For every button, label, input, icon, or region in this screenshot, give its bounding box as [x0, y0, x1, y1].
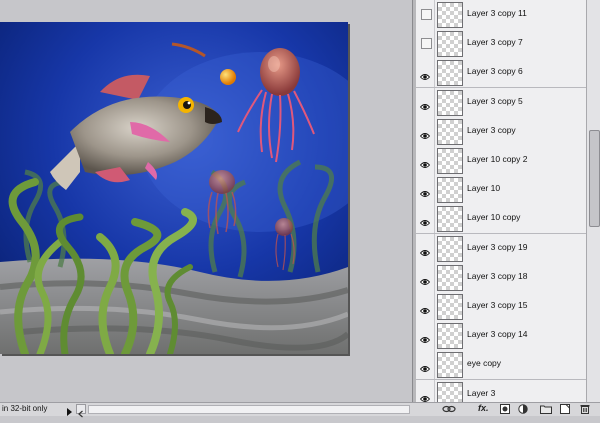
- layer-visibility-toggle[interactable]: [416, 233, 435, 263]
- layer-name: Layer 10: [467, 183, 501, 194]
- layer-row[interactable]: eye copy: [416, 350, 586, 381]
- layer-row[interactable]: Layer 3 copy 15: [416, 292, 586, 322]
- eye-icon[interactable]: [419, 360, 431, 373]
- eye-icon[interactable]: [419, 185, 431, 198]
- layer-visibility-toggle[interactable]: [416, 321, 435, 351]
- layer-row[interactable]: Layer 3 copy 14: [416, 321, 586, 352]
- layer-thumbnail[interactable]: [437, 118, 463, 145]
- layer-name: Layer 3 copy 14: [467, 329, 528, 340]
- new-layer-icon[interactable]: [560, 404, 570, 414]
- layer-visibility-toggle[interactable]: [416, 87, 435, 117]
- layer-row[interactable]: Layer 3 copy 6: [416, 58, 586, 89]
- layer-visibility-toggle[interactable]: [416, 146, 435, 175]
- eye-icon[interactable]: [419, 214, 431, 227]
- layer-thumbnail[interactable]: [437, 89, 463, 116]
- scroll-left-button[interactable]: [76, 404, 86, 418]
- eye-icon[interactable]: [419, 127, 431, 139]
- layer-name: eye copy: [467, 358, 502, 369]
- layer-thumbnail[interactable]: [437, 2, 463, 28]
- trash-icon[interactable]: [580, 404, 590, 414]
- layer-name: Layer 3 copy 15: [467, 300, 528, 310]
- layer-thumbnail[interactable]: [437, 148, 463, 174]
- eye-icon[interactable]: [419, 390, 431, 402]
- visibility-empty-box[interactable]: [421, 9, 432, 20]
- fx-icon[interactable]: fx.: [478, 403, 489, 413]
- layer-thumbnail[interactable]: [437, 323, 463, 350]
- layer-name: Layer 3 copy 5: [467, 95, 523, 106]
- layer-name: Layer 10 copy: [467, 212, 521, 223]
- layers-panel-footer: fx.: [412, 402, 600, 416]
- layer-thumbnail[interactable]: [437, 177, 463, 204]
- status-text: in 32-bit only: [2, 404, 48, 413]
- canvas-area[interactable]: [0, 0, 412, 402]
- layer-thumbnail[interactable]: [437, 352, 463, 379]
- layer-visibility-toggle[interactable]: [416, 0, 435, 29]
- link-icon[interactable]: [442, 404, 456, 414]
- group-folder-icon[interactable]: [540, 404, 552, 414]
- layer-row[interactable]: Layer 10 copy: [416, 204, 586, 235]
- layer-visibility-toggle[interactable]: [416, 350, 435, 380]
- layer-thumbnail[interactable]: [437, 381, 463, 402]
- layer-name: Layer 3 copy 11: [467, 8, 527, 18]
- layer-visibility-toggle[interactable]: [416, 116, 435, 146]
- eye-icon[interactable]: [419, 68, 431, 81]
- layer-row[interactable]: Layer 3 copy 5: [416, 87, 586, 118]
- status-menu-arrow-icon[interactable]: [64, 404, 74, 416]
- layer-row[interactable]: Layer 3: [416, 379, 586, 402]
- visibility-empty-box[interactable]: [421, 38, 432, 50]
- layers-scrollbar[interactable]: [586, 0, 600, 402]
- layer-visibility-toggle[interactable]: [416, 204, 435, 234]
- eye-icon[interactable]: [419, 273, 431, 285]
- status-bar: in 32-bit only: [0, 402, 412, 418]
- layer-row[interactable]: Layer 3 copy 19: [416, 233, 586, 264]
- eye-icon[interactable]: [419, 244, 431, 256]
- adjustment-icon[interactable]: [518, 404, 528, 414]
- layer-name: Layer 3 copy: [467, 124, 516, 135]
- layer-visibility-toggle[interactable]: [416, 58, 435, 88]
- layer-row[interactable]: Layer 10: [416, 175, 586, 206]
- layer-row[interactable]: Layer 3 copy 18: [416, 262, 586, 293]
- document-artwork[interactable]: [0, 22, 348, 354]
- layer-name: Layer 3 copy 18: [467, 270, 528, 281]
- layer-visibility-toggle[interactable]: [416, 379, 435, 402]
- layer-thumbnail[interactable]: [437, 60, 463, 87]
- eye-icon[interactable]: [419, 302, 431, 314]
- layer-name: Layer 3: [467, 387, 496, 398]
- layer-thumbnail[interactable]: [437, 294, 463, 320]
- mask-icon[interactable]: [500, 404, 510, 414]
- layer-name: Layer 3 copy 19: [467, 241, 528, 252]
- layers-panel: Layer 3 copy 11 Layer 3 copy 7 Layer 3 cop…: [416, 0, 586, 402]
- eye-icon[interactable]: [419, 98, 431, 110]
- layer-row[interactable]: Layer 3 copy: [416, 116, 586, 147]
- layer-thumbnail[interactable]: [437, 235, 463, 262]
- eye-icon[interactable]: [419, 156, 431, 168]
- layer-name: Layer 3 copy 7: [467, 37, 523, 48]
- layer-name: Layer 3 copy 6: [467, 66, 523, 77]
- horizontal-scrollbar-track[interactable]: [88, 405, 410, 414]
- eye-icon[interactable]: [419, 331, 431, 344]
- layer-row[interactable]: Layer 3 copy 11: [416, 0, 586, 30]
- layer-row[interactable]: Layer 10 copy 2: [416, 146, 586, 176]
- underwater-illustration: [0, 22, 348, 354]
- layer-row[interactable]: Layer 3 copy 7: [416, 29, 586, 60]
- layer-visibility-toggle[interactable]: [416, 292, 435, 321]
- layer-thumbnail[interactable]: [437, 206, 463, 233]
- layers-scroll-thumb[interactable]: [589, 130, 600, 227]
- layer-visibility-toggle[interactable]: [416, 29, 435, 59]
- layer-thumbnail[interactable]: [437, 264, 463, 291]
- layer-visibility-toggle[interactable]: [416, 262, 435, 292]
- layer-visibility-toggle[interactable]: [416, 175, 435, 205]
- layer-thumbnail[interactable]: [437, 31, 463, 58]
- layer-name: Layer 10 copy 2: [467, 154, 528, 164]
